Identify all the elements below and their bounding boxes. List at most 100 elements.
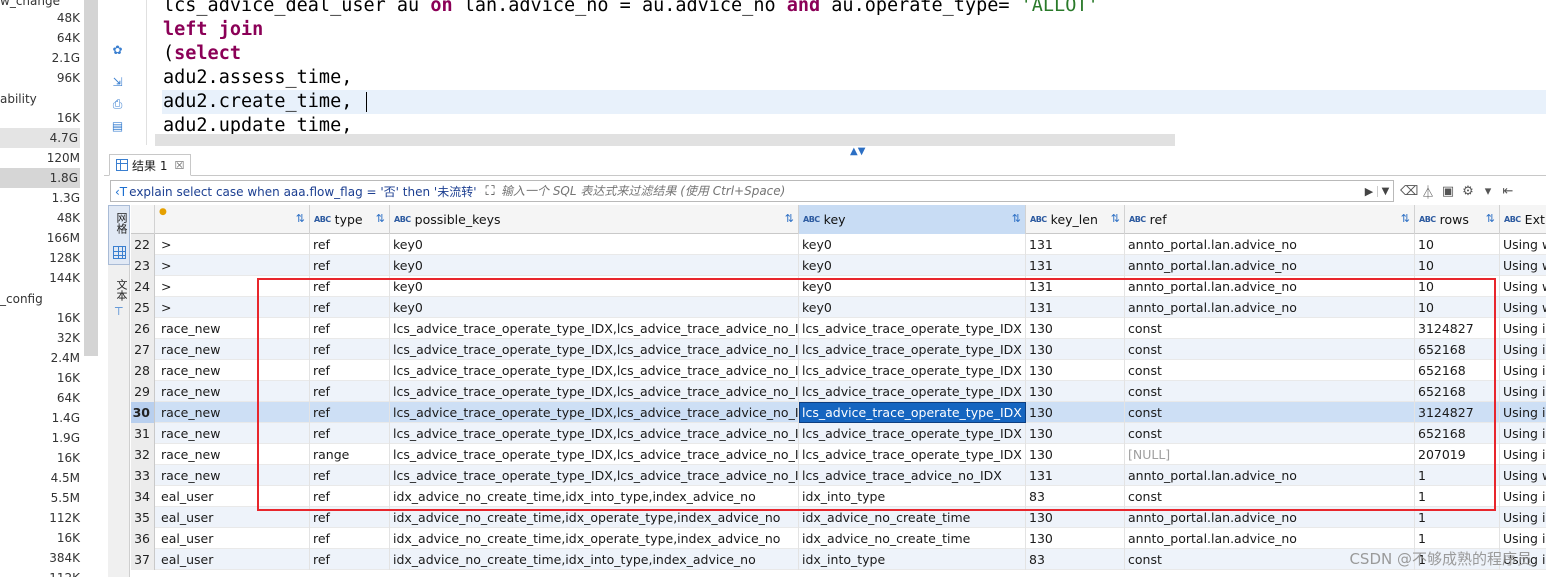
cell-possible_keys[interactable]: key0 xyxy=(390,276,799,297)
cell-key[interactable]: idx_into_type xyxy=(799,549,1026,570)
cell-first[interactable]: race_new xyxy=(155,339,310,360)
cell-type[interactable]: ref xyxy=(310,318,390,339)
cell-first[interactable]: eal_user xyxy=(155,528,310,549)
sort-filter-icon[interactable]: ⇅ xyxy=(785,212,794,225)
cell-key_len[interactable]: 131 xyxy=(1026,465,1125,486)
cell-ref[interactable]: const xyxy=(1125,423,1415,444)
cell-possible_keys[interactable]: idx_advice_no_create_time,idx_operate_ty… xyxy=(390,507,799,528)
table-row[interactable]: 34 eal_user ref idx_advice_no_create_time,i… xyxy=(131,486,1546,507)
sql-editor[interactable]: lcs_advice_deal_user au on lan.advice_no… xyxy=(148,0,1546,134)
row-number[interactable]: 30 xyxy=(131,402,155,423)
cell-key[interactable]: idx_advice_no_create_time xyxy=(799,528,1026,549)
column-header-possible_keys[interactable]: ABC possible_keys ⇅ xyxy=(390,205,799,234)
cell-type[interactable]: ref xyxy=(310,297,390,318)
tab-result-1[interactable]: 结果 1 ☒ xyxy=(109,154,192,176)
cell-extra[interactable]: Using index xyxy=(1500,528,1546,549)
cell-type[interactable]: ref xyxy=(310,360,390,381)
cell-extra[interactable]: Using where xyxy=(1500,255,1546,276)
cell-type[interactable]: ref xyxy=(310,507,390,528)
cell-first[interactable]: race_new xyxy=(155,465,310,486)
filter-history-dropdown-icon[interactable]: ▼ xyxy=(1377,185,1393,197)
cell-key_len[interactable]: 83 xyxy=(1026,486,1125,507)
sort-filter-icon[interactable]: ⇅ xyxy=(1486,212,1495,225)
cell-rows[interactable]: 10 xyxy=(1415,297,1500,318)
table-row[interactable]: 36 eal_user ref idx_advice_no_create_time,i… xyxy=(131,528,1546,549)
cell-key[interactable]: idx_advice_no_create_time xyxy=(799,507,1026,528)
cell-rows[interactable]: 207019 xyxy=(1415,444,1500,465)
table-row[interactable]: 31 race_new ref lcs_advice_trace_operate_ty… xyxy=(131,423,1546,444)
column-header-first[interactable]: ● ⇅ xyxy=(155,205,310,234)
cell-extra[interactable]: Using index xyxy=(1500,360,1546,381)
cell-key[interactable]: lcs_advice_trace_operate_type_IDX xyxy=(799,423,1026,444)
cell-possible_keys[interactable]: idx_advice_no_create_time,idx_into_type,… xyxy=(390,549,799,570)
sort-filter-icon[interactable]: ⇅ xyxy=(1111,212,1120,225)
row-number[interactable]: 28 xyxy=(131,360,155,381)
cell-key_len[interactable]: 130 xyxy=(1026,423,1125,444)
cell-ref[interactable]: const xyxy=(1125,486,1415,507)
row-number[interactable]: 22 xyxy=(131,234,155,255)
row-number[interactable]: 34 xyxy=(131,486,155,507)
cell-possible_keys[interactable]: key0 xyxy=(390,234,799,255)
table-row[interactable]: 27 race_new ref lcs_advice_trace_operate_ty… xyxy=(131,339,1546,360)
cell-key[interactable]: lcs_advice_trace_operate_type_IDX xyxy=(799,402,1026,423)
navigator-scrollbar[interactable] xyxy=(84,0,98,356)
cell-key[interactable]: lcs_advice_trace_advice_no_IDX xyxy=(799,465,1026,486)
cell-key_len[interactable]: 130 xyxy=(1026,444,1125,465)
cell-key_len[interactable]: 130 xyxy=(1026,318,1125,339)
cell-key[interactable]: lcs_advice_trace_operate_type_IDX xyxy=(799,339,1026,360)
cell-key_len[interactable]: 130 xyxy=(1026,360,1125,381)
sort-filter-icon[interactable]: ⇅ xyxy=(1401,212,1410,225)
cell-rows[interactable]: 1 xyxy=(1415,465,1500,486)
cell-possible_keys[interactable]: idx_advice_no_create_time,idx_into_type,… xyxy=(390,486,799,507)
cell-type[interactable]: ref xyxy=(310,255,390,276)
file-icon[interactable]: ⎙ xyxy=(111,98,124,111)
cell-possible_keys[interactable]: key0 xyxy=(390,297,799,318)
row-number[interactable]: 25 xyxy=(131,297,155,318)
cell-ref[interactable]: annto_portal.lan.advice_no xyxy=(1125,507,1415,528)
cell-first[interactable]: > xyxy=(155,255,310,276)
row-number[interactable]: 29 xyxy=(131,381,155,402)
cell-ref[interactable]: annto_portal.lan.advice_no xyxy=(1125,297,1415,318)
cell-ref[interactable]: annto_portal.lan.advice_no xyxy=(1125,465,1415,486)
cell-key_len[interactable]: 130 xyxy=(1026,528,1125,549)
table-row[interactable]: 33 race_new ref lcs_advice_trace_operate_ty… xyxy=(131,465,1546,486)
editor-horizontal-scrollbar[interactable] xyxy=(155,134,1175,146)
table-row[interactable]: 35 eal_user ref idx_advice_no_create_time,i… xyxy=(131,507,1546,528)
cell-type[interactable]: ref xyxy=(310,402,390,423)
cell-rows[interactable]: 652168 xyxy=(1415,381,1500,402)
cell-key_len[interactable]: 83 xyxy=(1026,549,1125,570)
cell-extra[interactable]: Using where xyxy=(1500,297,1546,318)
cell-first[interactable]: > xyxy=(155,234,310,255)
cell-first[interactable]: > xyxy=(155,297,310,318)
cell-key_len[interactable]: 131 xyxy=(1026,234,1125,255)
cell-first[interactable]: > xyxy=(155,276,310,297)
cell-first[interactable]: race_new xyxy=(155,318,310,339)
cell-key[interactable]: lcs_advice_trace_operate_type_IDX xyxy=(799,381,1026,402)
column-header-type[interactable]: ABC type ⇅ xyxy=(310,205,390,234)
cell-key[interactable]: key0 xyxy=(799,255,1026,276)
cell-possible_keys[interactable]: idx_advice_no_create_time,idx_operate_ty… xyxy=(390,528,799,549)
settings-dropdown-icon[interactable]: ⚙ xyxy=(1460,184,1476,199)
cell-first[interactable]: eal_user xyxy=(155,486,310,507)
cell-key[interactable]: key0 xyxy=(799,276,1026,297)
cell-type[interactable]: ref xyxy=(310,465,390,486)
cell-type[interactable]: ref xyxy=(310,276,390,297)
row-number[interactable]: 24 xyxy=(131,276,155,297)
cell-key_len[interactable]: 130 xyxy=(1026,507,1125,528)
table-name[interactable]: w_change xyxy=(0,0,60,8)
column-header-ref[interactable]: ABC ref ⇅ xyxy=(1125,205,1415,234)
table-row[interactable]: 30 race_new ref lcs_advice_trace_operate_ty… xyxy=(131,402,1546,423)
cell-extra[interactable]: Using where xyxy=(1500,465,1546,486)
table-row[interactable]: 25 > ref key0 key0 131 annto_portal.lan.advice… xyxy=(131,297,1546,318)
apply-filter-icon[interactable]: ▶ xyxy=(1361,185,1377,198)
cell-extra[interactable]: Using index xyxy=(1500,423,1546,444)
cell-rows[interactable]: 10 xyxy=(1415,255,1500,276)
cell-rows[interactable]: 3124827 xyxy=(1415,318,1500,339)
cell-ref[interactable]: const xyxy=(1125,381,1415,402)
cell-rows[interactable]: 652168 xyxy=(1415,360,1500,381)
cell-rows[interactable]: 652168 xyxy=(1415,423,1500,444)
column-header-key_len[interactable]: ABC key_len ⇅ xyxy=(1026,205,1125,234)
filter-icon[interactable]: ⏃ xyxy=(1420,182,1436,201)
cell-ref[interactable]: const xyxy=(1125,318,1415,339)
panel-icon[interactable]: ▣ xyxy=(1440,184,1456,199)
